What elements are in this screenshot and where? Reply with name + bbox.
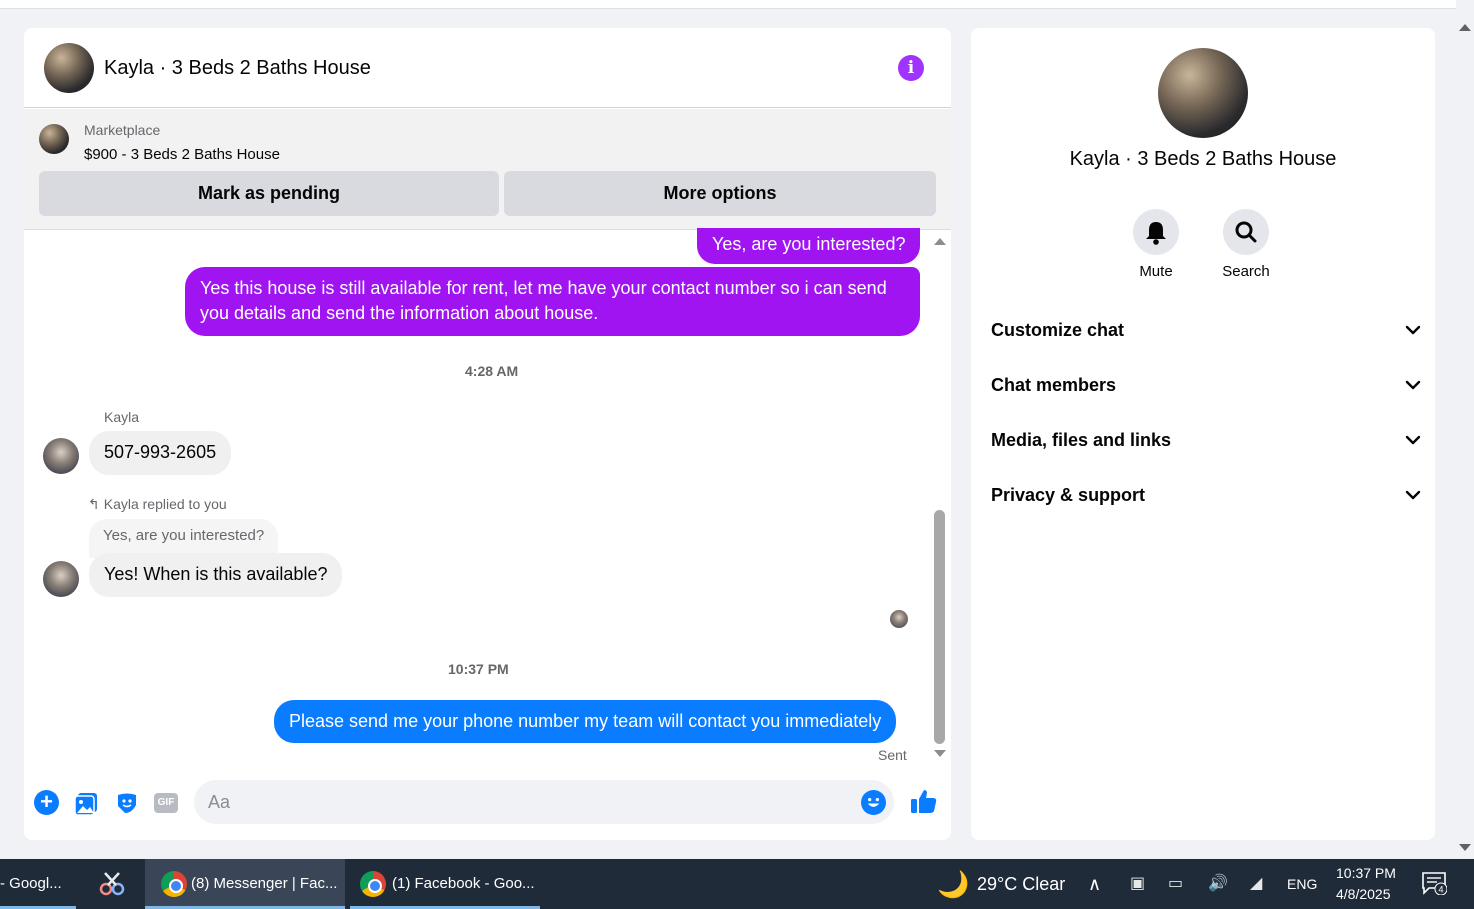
sender-avatar[interactable] <box>43 561 79 597</box>
message-outgoing[interactable]: Please send me your phone number my team… <box>274 700 897 743</box>
message-scrollbar[interactable] <box>933 230 947 770</box>
taskbar-item-label: (8) Messenger | Fac... <box>191 875 338 892</box>
system-clock[interactable]: 10:37 PM 4/8/2025 <box>1336 863 1396 905</box>
marketplace-label: Marketplace <box>84 122 161 138</box>
taskbar-item-messenger[interactable]: (8) Messenger | Fac... <box>145 859 345 909</box>
scroll-down-arrow[interactable] <box>934 750 946 757</box>
listing-thumbnail[interactable] <box>39 124 69 154</box>
reply-arrow-icon: ↰ <box>88 496 100 512</box>
mute-button[interactable]: Mute <box>1111 209 1201 280</box>
wifi-icon[interactable]: ◢ <box>1250 859 1262 909</box>
search-label: Search <box>1222 263 1270 280</box>
scroll-down-arrow[interactable] <box>1459 844 1471 851</box>
mute-circle[interactable] <box>1133 209 1179 255</box>
delivery-status: Sent <box>878 747 907 763</box>
info-icon[interactable]: i <box>898 55 924 81</box>
chevron-down-icon <box>1405 435 1421 445</box>
bell-icon <box>1146 222 1166 245</box>
message-list: Yes, are you interested? Yes this house … <box>24 228 951 770</box>
gif-icon[interactable]: GIF <box>154 793 178 813</box>
chat-panel: Kayla · 3 Beds 2 Baths House i Marketpla… <box>24 28 951 840</box>
browser-top-strip <box>0 0 1456 9</box>
profile-avatar[interactable] <box>1158 48 1248 138</box>
taskbar-item-chrome-window[interactable]: - Googl... <box>0 859 76 909</box>
seen-receipt-avatar <box>890 610 908 628</box>
message-composer: + GIF <box>24 776 951 832</box>
section-label: Media, files and links <box>991 430 1172 450</box>
search-icon <box>1235 221 1257 243</box>
clock-time: 10:37 PM <box>1336 865 1396 881</box>
weather-widget[interactable]: 29°C Clear <box>977 859 1065 909</box>
chat-members-section[interactable]: Chat members <box>991 365 1421 405</box>
sender-avatar[interactable] <box>43 438 79 474</box>
mute-label: Mute <box>1139 263 1173 280</box>
privacy-support-section[interactable]: Privacy & support <box>991 475 1421 515</box>
section-label: Chat members <box>991 375 1117 395</box>
chat-header: Kayla · 3 Beds 2 Baths House i <box>24 28 951 108</box>
search-circle[interactable] <box>1223 209 1269 255</box>
clock-date: 4/8/2025 <box>1336 886 1391 902</box>
sticker-icon[interactable] <box>114 790 140 816</box>
taskbar-item-label: (1) Facebook - Goo... <box>392 875 535 892</box>
moon-icon[interactable]: 🌙 <box>937 859 969 909</box>
timestamp: 10:37 PM <box>448 661 509 677</box>
marketplace-listing-banner: Marketplace $900 - 3 Beds 2 Baths House … <box>24 109 951 230</box>
chat-title[interactable]: Kayla · 3 Beds 2 Baths House <box>104 57 371 80</box>
chevron-down-icon <box>1405 325 1421 335</box>
profile-title: Kayla · 3 Beds 2 Baths House <box>1069 148 1337 170</box>
message-outgoing[interactable]: Yes this house is still available for re… <box>185 267 920 336</box>
chevron-down-icon <box>1405 490 1421 500</box>
like-icon[interactable] <box>910 787 938 815</box>
message-outgoing[interactable]: Yes, are you interested? <box>697 228 921 264</box>
message-incoming[interactable]: 507-993-2605 <box>89 431 232 475</box>
windows-taskbar: - Googl... (8) Messenger | Fac... (1) Fa… <box>0 859 1474 909</box>
language-indicator[interactable]: ENG <box>1287 859 1317 909</box>
taskbar-item-facebook[interactable]: (1) Facebook - Goo... <box>350 859 540 909</box>
mark-as-pending-button[interactable]: Mark as pending <box>39 171 499 216</box>
more-options-button[interactable]: More options <box>504 171 936 216</box>
chrome-icon <box>360 871 386 897</box>
listing-title[interactable]: $900 - 3 Beds 2 Baths House <box>84 146 280 163</box>
notification-count: 4 <box>1438 885 1443 895</box>
taskbar-item-snipping-tool[interactable] <box>95 859 135 909</box>
emoji-icon[interactable] <box>861 790 886 815</box>
search-button[interactable]: Search <box>1201 209 1291 280</box>
message-input[interactable] <box>194 780 894 824</box>
notification-center-icon[interactable]: 4 <box>1421 871 1447 895</box>
customize-chat-section[interactable]: Customize chat <box>991 310 1421 350</box>
plus-icon[interactable]: + <box>34 790 59 815</box>
chevron-down-icon <box>1405 380 1421 390</box>
scroll-up-arrow[interactable] <box>934 238 946 245</box>
scissors-icon <box>99 872 125 896</box>
battery-icon[interactable]: ▭ <box>1168 859 1183 909</box>
conversation-avatar[interactable] <box>44 43 94 93</box>
conversation-info-panel: Kayla · 3 Beds 2 Baths House Mute Search… <box>971 28 1435 840</box>
scroll-up-arrow[interactable] <box>1459 24 1471 31</box>
speaker-icon[interactable]: 🔊 <box>1208 859 1228 909</box>
photo-icon[interactable] <box>74 790 100 816</box>
meet-now-icon[interactable]: ▣ <box>1130 859 1145 909</box>
timestamp: 4:28 AM <box>465 363 519 379</box>
taskbar-item-label: - Googl... <box>0 875 62 892</box>
reply-label-text: Kayla replied to you <box>103 496 227 512</box>
reply-indicator: ↰ Kayla replied to you <box>88 496 227 513</box>
media-files-links-section[interactable]: Media, files and links <box>991 420 1421 460</box>
scroll-thumb[interactable] <box>934 510 945 744</box>
chevron-up-icon[interactable]: ∧ <box>1088 859 1101 909</box>
page-scrollbar[interactable] <box>1456 0 1474 858</box>
section-label: Customize chat <box>991 320 1125 340</box>
section-label: Privacy & support <box>991 485 1146 505</box>
chrome-icon <box>161 871 187 897</box>
message-incoming[interactable]: Yes! When is this available? <box>89 553 343 597</box>
sender-name: Kayla <box>104 409 140 425</box>
